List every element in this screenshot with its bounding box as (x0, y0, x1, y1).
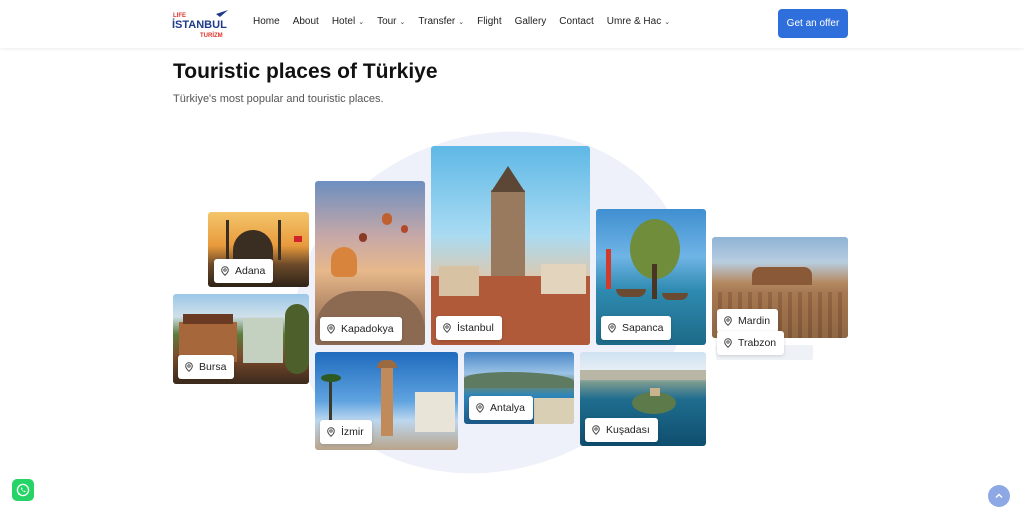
nav-hotel[interactable]: Hotel ⌄ (332, 16, 364, 27)
nav-gallery[interactable]: Gallery (515, 16, 547, 27)
site-logo[interactable]: LIFE İSTANBUL TURİZM (172, 8, 230, 40)
map-pin-icon (724, 316, 732, 326)
chevron-down-icon: ⌄ (458, 18, 465, 26)
place-label: Mardin (738, 315, 771, 327)
place-label: Antalya (490, 402, 526, 414)
place-card-sapanca[interactable]: Sapanca (596, 209, 706, 345)
place-label: İzmir (341, 426, 364, 438)
place-card-trabzon[interactable]: Trabzon (712, 331, 792, 357)
nav-contact[interactable]: Contact (559, 16, 593, 27)
section-subtitle: Türkiye's most popular and touristic pla… (173, 93, 384, 105)
nav-flight[interactable]: Flight (477, 16, 501, 27)
map-pin-icon (592, 425, 600, 435)
place-tag: Kapadokya (320, 317, 402, 341)
scroll-to-top-button[interactable] (988, 485, 1010, 507)
map-pin-icon (327, 324, 335, 334)
place-tag: İzmir (320, 420, 372, 444)
place-label: Kuşadası (606, 424, 650, 436)
main-nav: Home About Hotel ⌄ Tour ⌄ Transfer ⌄ Flight… (253, 16, 683, 27)
place-card-bursa[interactable]: Bursa (173, 294, 309, 384)
place-label: Trabzon (738, 337, 777, 349)
place-card-kusadasi[interactable]: Kuşadası (580, 352, 706, 446)
place-label: Sapanca (622, 322, 664, 334)
chevron-up-icon (995, 493, 1003, 498)
place-tag: Mardin (717, 309, 779, 333)
place-tag: Trabzon (717, 331, 785, 355)
map-pin-icon (608, 323, 616, 333)
place-tag: Antalya (469, 396, 534, 420)
place-label: Bursa (199, 361, 227, 373)
svg-text:TURİZM: TURİZM (200, 32, 223, 39)
place-card-mardin[interactable]: Mardin (712, 237, 848, 338)
chevron-down-icon: ⌄ (399, 18, 406, 26)
nav-about[interactable]: About (293, 16, 319, 27)
place-label: İstanbul (457, 322, 494, 334)
chevron-down-icon: ⌄ (664, 18, 671, 26)
nav-tour[interactable]: Tour ⌄ (377, 16, 405, 27)
chevron-down-icon: ⌄ (358, 18, 365, 26)
map-pin-icon (724, 338, 732, 348)
svg-text:İSTANBUL: İSTANBUL (172, 18, 227, 31)
map-pin-icon (327, 427, 335, 437)
place-card-adana[interactable]: Adana (208, 212, 309, 287)
place-label: Adana (235, 265, 266, 277)
place-tag: Kuşadası (585, 418, 658, 442)
whatsapp-button[interactable] (12, 479, 34, 501)
place-tag: Sapanca (601, 316, 672, 340)
map-pin-icon (185, 362, 193, 372)
whatsapp-icon (16, 483, 30, 497)
section-title: Touristic places of Türkiye (173, 60, 438, 83)
get-offer-button[interactable]: Get an offer (778, 9, 848, 38)
site-header: LIFE İSTANBUL TURİZM Home About Hotel ⌄ T… (0, 0, 1024, 48)
map-pin-icon (443, 323, 451, 333)
place-card-izmir[interactable]: İzmir (315, 352, 458, 450)
place-card-kapadokya[interactable]: Kapadokya (315, 181, 425, 345)
map-pin-icon (221, 266, 229, 276)
place-tag: İstanbul (436, 316, 502, 340)
map-pin-icon (476, 403, 484, 413)
place-card-istanbul[interactable]: İstanbul (431, 146, 590, 345)
place-label: Kapadokya (341, 323, 394, 335)
place-card-antalya[interactable]: Antalya (464, 352, 574, 424)
nav-transfer[interactable]: Transfer ⌄ (418, 16, 464, 27)
nav-home[interactable]: Home (253, 16, 280, 27)
place-tag: Adana (214, 259, 274, 283)
place-tag: Bursa (178, 355, 235, 379)
nav-umre-hac[interactable]: Umre & Hac ⌄ (607, 16, 670, 27)
